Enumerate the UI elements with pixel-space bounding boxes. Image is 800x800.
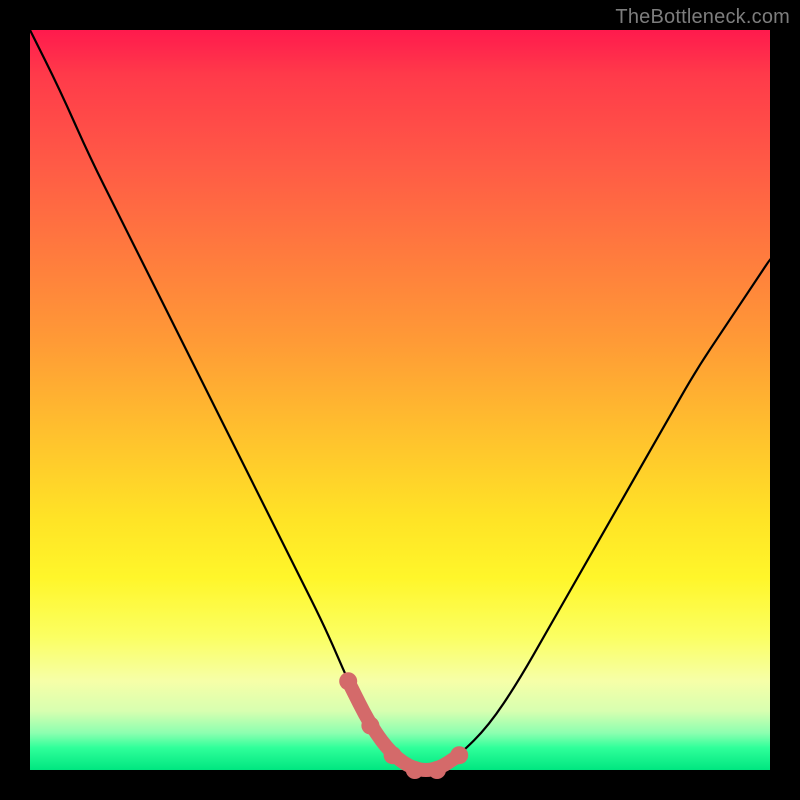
accent-marker bbox=[339, 672, 357, 690]
bottleneck-curve-path bbox=[30, 30, 770, 770]
accent-marker bbox=[406, 761, 424, 779]
watermark-text: TheBottleneck.com bbox=[615, 6, 790, 29]
chart-frame: TheBottleneck.com bbox=[0, 0, 800, 800]
plot-area bbox=[30, 30, 770, 770]
chart-overlay bbox=[30, 30, 770, 770]
accent-marker bbox=[428, 761, 446, 779]
accent-marker bbox=[450, 746, 468, 764]
accent-marker bbox=[361, 717, 379, 735]
accent-marker bbox=[384, 746, 402, 764]
